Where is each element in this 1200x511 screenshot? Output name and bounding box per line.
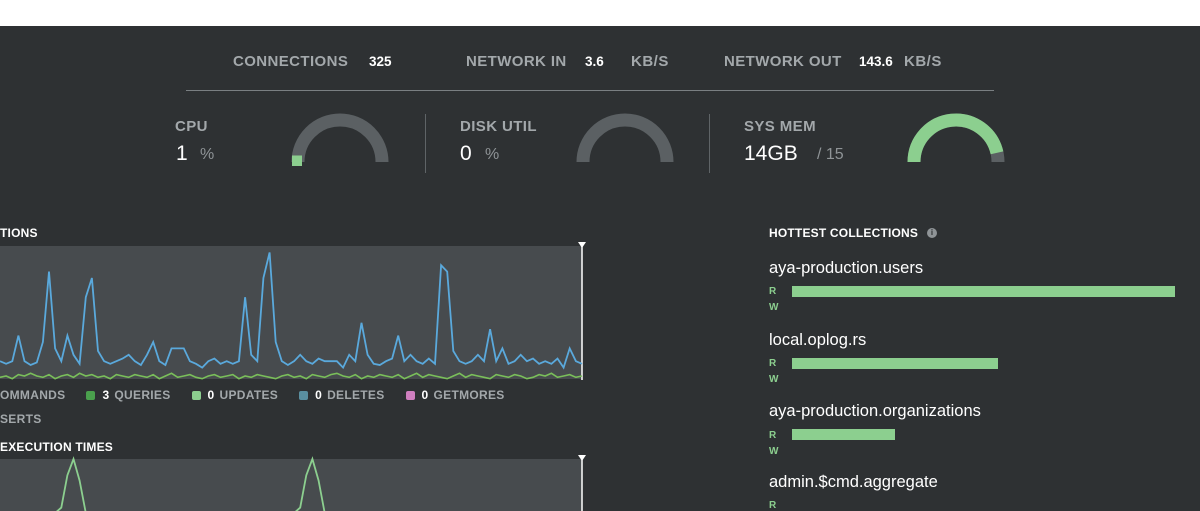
execution-chart xyxy=(56,455,586,511)
legend-inserts[interactable]: SERTS xyxy=(0,412,42,426)
network-in-label: NETWORK IN xyxy=(466,53,567,70)
legend-updates-count: 0 xyxy=(207,388,215,402)
disk-label: DISK UTIL xyxy=(460,118,537,135)
network-out-unit: KB/S xyxy=(904,53,942,70)
legend-commands[interactable]: OMMANDS xyxy=(0,388,65,402)
legend-deletes-count: 0 xyxy=(315,388,323,402)
gauge-divider-1 xyxy=(425,114,426,173)
legend-queries-swatch xyxy=(86,390,96,400)
execution-series xyxy=(56,456,326,511)
legend-getmores-swatch xyxy=(405,390,415,400)
cpu-label: CPU xyxy=(175,118,208,135)
collection-name[interactable]: aya-production.organizations xyxy=(769,402,981,421)
disk-unit: % xyxy=(485,146,500,163)
collection-name[interactable]: admin.$cmd.aggregate xyxy=(769,473,938,492)
gauge-divider-2 xyxy=(709,114,710,173)
network-out-label: NETWORK OUT xyxy=(724,53,842,70)
operations-legend: OMMANDS 3 QUERIES 0 UPDATES 0 DELETES 0 GETM… xyxy=(0,388,505,402)
cpu-gauge xyxy=(291,113,389,166)
collection-read-bar xyxy=(792,286,1175,297)
write-label: W xyxy=(769,302,779,313)
legend-deletes[interactable]: 0 DELETES xyxy=(299,388,384,402)
legend-updates-swatch xyxy=(191,390,201,400)
collection-name[interactable]: aya-production.users xyxy=(769,259,923,278)
top-white-strip xyxy=(0,0,1200,26)
mem-gauge xyxy=(907,113,1005,163)
operations-title: TIONS xyxy=(0,226,38,240)
mem-total: / 15 xyxy=(817,146,844,163)
legend-getmores-label: GETMORES xyxy=(433,388,505,402)
collection-name[interactable]: local.oplog.rs xyxy=(769,331,866,350)
execution-title: EXECUTION TIMES xyxy=(0,440,114,454)
connections-label: CONNECTIONS xyxy=(233,53,349,70)
read-label: R xyxy=(769,358,777,369)
read-label: R xyxy=(769,500,777,511)
legend-getmores-count: 0 xyxy=(421,388,429,402)
cpu-unit: % xyxy=(200,146,215,163)
network-in-unit: KB/S xyxy=(631,53,669,70)
network-in-value: 3.6 xyxy=(585,54,604,69)
write-label: W xyxy=(769,374,779,385)
stats-divider xyxy=(186,90,994,91)
legend-commands-label: OMMANDS xyxy=(0,388,66,402)
mem-gauge-fill xyxy=(907,113,1004,163)
network-out-value: 143.6 xyxy=(859,54,893,69)
legend-getmores[interactable]: 0 GETMORES xyxy=(405,388,505,402)
legend-updates-label: UPDATES xyxy=(219,388,279,402)
dashboard-panel: CONNECTIONS 325 NETWORK IN 3.6 KB/S NETW… xyxy=(0,26,1200,511)
info-icon[interactable]: i xyxy=(927,228,937,238)
disk-gauge xyxy=(576,113,674,163)
collection-read-bar xyxy=(792,358,998,369)
mem-label: SYS MEM xyxy=(744,118,816,135)
time-marker-icon xyxy=(578,242,586,248)
disk-value: 0 xyxy=(460,142,472,165)
legend-updates[interactable]: 0 UPDATES xyxy=(191,388,279,402)
legend-queries-count: 3 xyxy=(102,388,110,402)
connections-value: 325 xyxy=(369,54,392,69)
cpu-value: 1 xyxy=(176,142,188,165)
legend-queries[interactable]: 3 QUERIES xyxy=(86,388,170,402)
operations-series-queries xyxy=(0,372,583,380)
collection-read-bar xyxy=(792,429,895,440)
operations-chart xyxy=(0,242,586,380)
read-label: R xyxy=(769,286,777,297)
time-marker-icon xyxy=(578,455,586,461)
legend-queries-label: QUERIES xyxy=(114,388,171,402)
operations-series-commands xyxy=(0,252,583,370)
legend-deletes-swatch xyxy=(299,390,309,400)
legend-deletes-label: DELETES xyxy=(327,388,385,402)
write-label: W xyxy=(769,446,779,457)
read-label: R xyxy=(769,430,777,441)
mem-value: 14GB xyxy=(744,142,798,165)
hottest-collections-title: HOTTEST COLLECTIONS xyxy=(769,226,919,240)
